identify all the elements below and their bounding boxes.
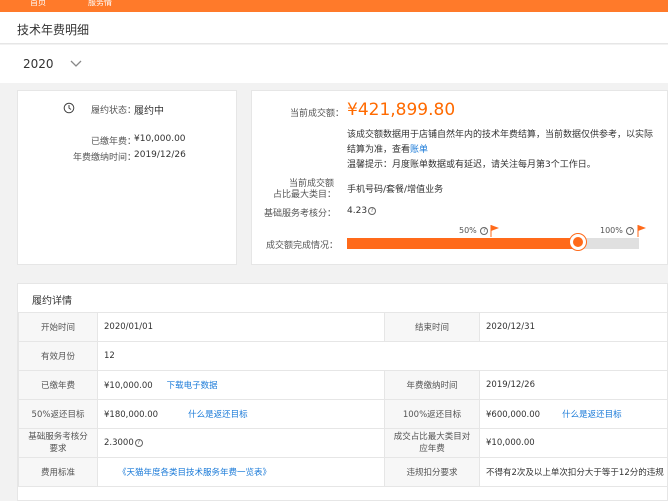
status-label: 履约状态： xyxy=(90,106,136,116)
valid-months-value: 12 xyxy=(97,341,668,371)
download-data-link[interactable]: 下载电子数据 xyxy=(167,381,218,391)
paid-fee-amount: ¥10,000.00 xyxy=(104,381,153,391)
details-table: 开始时间 2020/01/01 结束时间 2020/12/31 有效月份 12 … xyxy=(18,312,668,487)
score-requirement-value: 2.3000 xyxy=(104,438,134,448)
amount-label: 当前成交额： xyxy=(289,109,344,119)
contract-details-panel: 履约详情 开始时间 2020/01/01 结束时间 2020/12/31 有效月… xyxy=(17,283,668,501)
milestone-flag-icon xyxy=(490,225,499,237)
end-time-key: 结束时间 xyxy=(384,312,480,342)
refund-50-amount: ¥180,000.00 xyxy=(104,410,159,420)
category-value: 手机号码/套餐/增值业务 xyxy=(347,185,444,195)
title-bar: 技术年费明细 xyxy=(0,12,668,44)
paid-fee-key: 已缴年费 xyxy=(18,370,98,400)
score-requirement-key: 基础服务考核分要求 xyxy=(18,428,98,458)
start-time-key: 开始时间 xyxy=(18,312,98,342)
category-fee-key: 成交占比最大类目对应年费 xyxy=(384,428,480,458)
top-nav-bar: 首页 服务情 xyxy=(0,0,668,12)
paid-time-label: 年费缴纳时间： xyxy=(72,153,136,163)
nav-item-home[interactable]: 首页 xyxy=(30,0,46,8)
milestone-100-label: 100% ? xyxy=(600,226,635,235)
score-requirement-cell: 2.3000? xyxy=(97,428,385,458)
help-icon[interactable]: ? xyxy=(626,226,635,235)
table-row: 50%返还目标 ¥180,000.00 什么是返还目标 100%返还目标 ¥600… xyxy=(18,399,668,429)
amount-note-line2: 结算为准，查看账单 xyxy=(347,142,428,155)
year-selector-bar: 2020 xyxy=(0,45,668,83)
delay-tip: 温馨提示：月度账单数据或有延迟，请关注每月第3个工作日。 xyxy=(347,160,596,170)
help-icon[interactable]: ? xyxy=(134,438,143,447)
violation-value: 不得有2次及以上单次扣分大于等于12分的违规 xyxy=(479,457,668,487)
bill-link[interactable]: 账单 xyxy=(410,145,428,155)
amount-note-line1: 该成交额数据用于店铺自然年内的技术年费结算，当前数据仅供参考，以实际 xyxy=(347,130,654,140)
refund-50-key: 50%返还目标 xyxy=(18,399,98,429)
refund-100-key: 100%返还目标 xyxy=(384,399,480,429)
chevron-down-icon[interactable] xyxy=(69,56,83,70)
progress-label: 成交额完成情况： xyxy=(265,241,338,251)
category-fee-value: ¥10,000.00 xyxy=(479,428,668,458)
contract-status-card: 履约状态： 履约中 已缴年费： ¥10,000.00 年费缴纳时间： 2019/… xyxy=(17,90,237,265)
refund-50-cell: ¥180,000.00 什么是返还目标 xyxy=(97,399,385,429)
milestone-100-text: 100% xyxy=(600,226,623,235)
paid-time-value: 2019/12/26 xyxy=(134,150,186,160)
end-time-value: 2020/12/31 xyxy=(479,312,668,342)
paid-fee-value: ¥10,000.00 xyxy=(134,134,186,144)
year-selector[interactable]: 2020 xyxy=(23,57,54,71)
category-label-line2: 占比最大类目： xyxy=(272,190,336,200)
help-icon[interactable]: ? xyxy=(480,226,489,235)
score-label: 基础服务考核分： xyxy=(263,209,336,219)
details-heading: 履约详情 xyxy=(32,296,72,307)
score-value: 4.23? xyxy=(347,206,377,216)
progress-knob xyxy=(569,234,586,250)
fee-paid-time-key: 年费缴纳时间 xyxy=(384,370,480,400)
paid-fee-label: 已缴年费： xyxy=(90,137,136,147)
start-time-value: 2020/01/01 xyxy=(97,312,385,342)
fee-standard-link[interactable]: 《天猫年度各类目技术服务年费一览表》 xyxy=(118,468,271,478)
fee-standard-cell: 《天猫年度各类目技术服务年费一览表》 xyxy=(97,457,385,487)
status-value: 履约中 xyxy=(134,106,164,117)
score-number: 4.23 xyxy=(347,206,368,216)
nav-item-service[interactable]: 服务情 xyxy=(88,0,112,8)
table-row: 已缴年费 ¥10,000.00 下载电子数据 年费缴纳时间 2019/12/26 xyxy=(18,370,668,400)
violation-key: 违规扣分要求 xyxy=(384,457,480,487)
refund-100-cell: ¥600,000.00 什么是返还目标 xyxy=(479,399,668,429)
paid-fee-cell: ¥10,000.00 下载电子数据 xyxy=(97,370,385,400)
table-row: 有效月份 12 xyxy=(18,341,668,371)
deal-amount-card: 当前成交额： ¥421,899.80 该成交额数据用于店铺自然年内的技术年费结算… xyxy=(251,90,668,265)
refund-target-help-link[interactable]: 什么是返还目标 xyxy=(188,410,248,420)
refund-target-help-link[interactable]: 什么是返还目标 xyxy=(562,410,622,420)
help-icon[interactable]: ? xyxy=(368,206,377,215)
refund-100-amount: ¥600,000.00 xyxy=(486,410,541,420)
page-title: 技术年费明细 xyxy=(17,23,90,37)
fee-paid-time-value: 2019/12/26 xyxy=(479,370,668,400)
valid-months-key: 有效月份 xyxy=(18,341,98,371)
fee-standard-key: 费用标准 xyxy=(18,457,98,487)
amount-value: ¥421,899.80 xyxy=(347,100,456,120)
milestone-50-label: 50% ? xyxy=(459,226,489,235)
milestone-flag-icon xyxy=(637,225,646,237)
table-row: 开始时间 2020/01/01 结束时间 2020/12/31 xyxy=(18,312,668,342)
table-row: 费用标准 《天猫年度各类目技术服务年费一览表》 违规扣分要求 不得有2次及以上单… xyxy=(18,457,668,487)
amount-note-prefix: 结算为准，查看 xyxy=(347,145,411,155)
progress-bar-fill xyxy=(347,238,578,249)
table-row: 基础服务考核分要求 2.3000? 成交占比最大类目对应年费 ¥10,000.0… xyxy=(18,428,668,458)
progress-bar xyxy=(347,238,639,249)
milestone-50-text: 50% xyxy=(459,226,477,235)
